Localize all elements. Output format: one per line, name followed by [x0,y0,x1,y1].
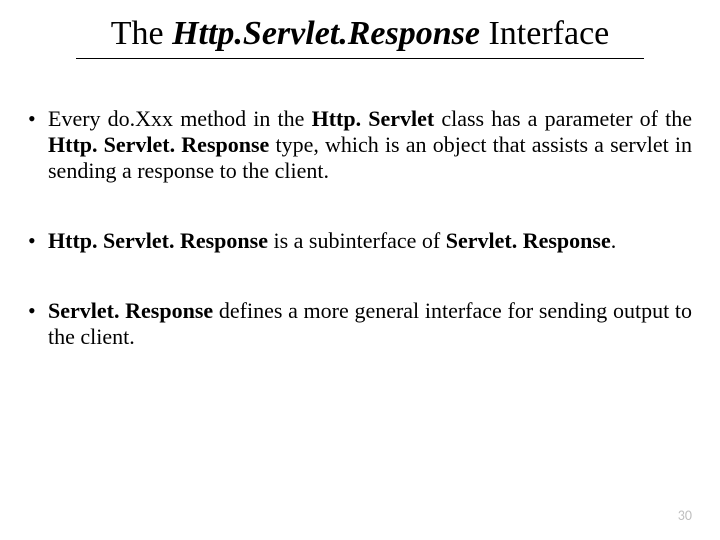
text-run: is a subinterface of [268,228,446,253]
bold-text: Http. Servlet [312,106,435,131]
bullet-item: Servlet. Response defines a more general… [28,298,692,350]
bold-text: Http. Servlet. Response [48,228,268,253]
slide-body: Every do.Xxx method in the Http. Servlet… [28,106,692,394]
bullet-item: Every do.Xxx method in the Http. Servlet… [28,106,692,184]
bullet-item: Http. Servlet. Response is a subinterfac… [28,228,692,254]
text-run: . [611,228,617,253]
text-run: class has a parameter of the [434,106,692,131]
text-run: Every do.Xxx method in the [48,106,312,131]
bold-text: Http. Servlet. Response [48,132,269,157]
bullet-list: Every do.Xxx method in the Http. Servlet… [28,106,692,350]
bold-text: Servlet. Response [48,298,213,323]
title-emph: Http.Servlet.Response [172,15,480,52]
slide-title: The Http.Servlet.Response Interface [0,14,720,55]
title-underline [76,58,644,59]
slide: The Http.Servlet.Response Interface Ever… [0,0,720,540]
bold-text: Servlet. Response [446,228,611,253]
page-number: 30 [678,507,692,524]
title-post: Interface [480,15,609,52]
title-pre: The [111,15,172,52]
